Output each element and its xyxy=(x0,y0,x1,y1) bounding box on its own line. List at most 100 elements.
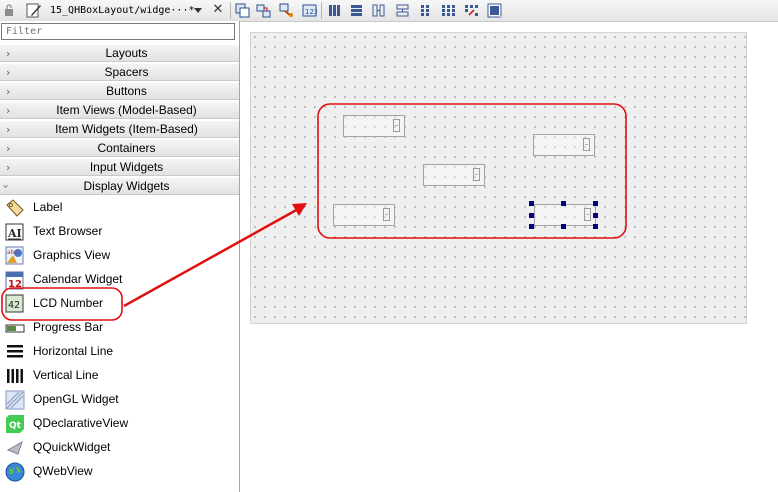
lcd-digit xyxy=(383,208,390,221)
category-label: Item Widgets (Item-Based) xyxy=(55,122,198,136)
lcd-number-icon: 42 xyxy=(5,294,24,313)
resize-handle[interactable] xyxy=(529,224,534,229)
chevron-right-icon: › xyxy=(6,47,11,60)
edit-tab-order-icon[interactable]: 123 xyxy=(302,3,317,18)
widget-item-text: Progress Bar xyxy=(33,320,104,334)
widget-item-text: Text Browser xyxy=(33,224,103,238)
lcd-digit xyxy=(584,208,591,221)
opengl-widget-icon xyxy=(5,390,25,410)
category-label: Item Views (Model-Based) xyxy=(56,103,197,117)
widget-item-text: LCD Number xyxy=(33,296,104,310)
lay-out-horizontally-icon[interactable] xyxy=(327,3,342,18)
filter-input[interactable] xyxy=(1,23,235,40)
category-input-widgets[interactable]: › Input Widgets xyxy=(0,158,239,176)
widget-item-text: QDeclarativeView xyxy=(33,416,129,430)
close-icon[interactable]: ✕ xyxy=(211,3,225,17)
lcd-number-widget[interactable] xyxy=(423,164,485,186)
graphics-view-icon: abc xyxy=(5,246,24,265)
chevron-down-icon: › xyxy=(0,184,13,189)
widget-item-text: Vertical Line xyxy=(33,368,99,382)
category-label: Buttons xyxy=(106,84,147,98)
svg-text:AI: AI xyxy=(7,227,22,240)
vertical-line-icon xyxy=(7,369,23,383)
edit-icon[interactable] xyxy=(26,3,42,18)
label-icon xyxy=(6,199,24,217)
lock-icon xyxy=(5,4,13,16)
widget-item-label[interactable]: Label xyxy=(0,196,238,220)
edit-widgets-icon[interactable] xyxy=(235,3,250,18)
form-canvas[interactable] xyxy=(250,32,747,324)
widget-item-text-browser[interactable]: AI Text Browser xyxy=(0,220,238,244)
resize-handle[interactable] xyxy=(529,213,534,218)
svg-text:abc: abc xyxy=(7,249,18,256)
lcd-number-widget[interactable] xyxy=(333,204,395,226)
category-label: Input Widgets xyxy=(89,160,164,174)
widget-box-panel: › Layouts › Spacers › Buttons › Item Vie… xyxy=(0,21,240,492)
widget-item-text: Label xyxy=(33,200,63,214)
resize-handle[interactable] xyxy=(593,201,598,206)
lcd-number-icon-text: 42 xyxy=(8,300,20,311)
open-form-selector[interactable]: 15_QHBoxLayout/widge···* xyxy=(46,2,206,19)
category-spacers[interactable]: › Spacers xyxy=(0,63,239,81)
qt-logo-icon-text: Qt xyxy=(9,421,22,431)
widget-item-progress-bar[interactable]: Progress Bar xyxy=(0,316,238,340)
chevron-right-icon: › xyxy=(6,85,11,98)
lcd-number-widget[interactable] xyxy=(343,115,405,137)
widget-item-text: Calendar Widget xyxy=(33,272,123,286)
calendar-icon-text: 12 xyxy=(8,279,22,290)
open-form-title: 15_QHBoxLayout/widge···* xyxy=(50,5,195,16)
widget-item-calendar[interactable]: 12 Calendar Widget xyxy=(0,268,238,292)
widget-item-lcd-number[interactable]: 42 LCD Number xyxy=(0,292,238,316)
chevron-right-icon: › xyxy=(6,142,11,155)
category-label: Layouts xyxy=(105,46,148,60)
category-display-widgets[interactable]: › Display Widgets xyxy=(0,177,239,195)
lcd-number-widget[interactable] xyxy=(533,134,595,156)
widget-item-horizontal-line[interactable]: Horizontal Line xyxy=(0,340,238,364)
progress-bar-icon xyxy=(5,324,25,333)
category-label: Containers xyxy=(97,141,156,155)
adjust-size-icon[interactable] xyxy=(487,3,502,18)
resize-handle[interactable] xyxy=(593,213,598,218)
chevron-right-icon: › xyxy=(6,161,11,174)
category-buttons[interactable]: › Buttons xyxy=(0,82,239,100)
lay-out-grid-icon[interactable] xyxy=(441,3,456,18)
widget-item-opengl-widget[interactable]: OpenGL Widget xyxy=(0,388,238,412)
edit-signals-slots-icon[interactable] xyxy=(256,3,271,18)
lay-out-vertical-splitter-icon[interactable] xyxy=(395,3,410,18)
dropdown-icon[interactable] xyxy=(194,8,202,13)
widget-item-qquickwidget[interactable]: QQuickWidget xyxy=(0,436,238,460)
widget-item-qdeclarativeview[interactable]: Qt QDeclarativeView xyxy=(0,412,238,436)
chevron-right-icon: › xyxy=(6,66,11,79)
category-label: Display Widgets xyxy=(83,179,170,193)
calendar-icon: 12 xyxy=(5,271,24,290)
chevron-right-icon: › xyxy=(6,104,11,117)
resize-handle[interactable] xyxy=(561,201,566,206)
lay-out-vertically-icon[interactable] xyxy=(349,3,364,18)
widget-item-text: OpenGL Widget xyxy=(33,392,119,406)
widget-item-graphics-view[interactable]: abc Graphics View xyxy=(0,244,238,268)
break-layout-icon[interactable] xyxy=(464,3,479,18)
widget-item-text: Graphics View xyxy=(33,248,111,262)
qquickwidget-icon xyxy=(6,440,23,455)
lay-out-form-icon[interactable] xyxy=(418,3,433,18)
lcd-digit xyxy=(583,138,590,151)
category-containers[interactable]: › Containers xyxy=(0,139,239,157)
widget-item-text: Horizontal Line xyxy=(33,344,114,358)
lcd-digit xyxy=(393,119,400,132)
resize-handle[interactable] xyxy=(529,201,534,206)
chevron-right-icon: › xyxy=(6,123,11,136)
resize-handle[interactable] xyxy=(593,224,598,229)
designer-toolbar: 15_QHBoxLayout/widge···* ✕ 123 xyxy=(0,0,778,22)
widget-item-text: QWebView xyxy=(33,464,93,478)
category-layouts[interactable]: › Layouts xyxy=(0,44,239,62)
lay-out-horizontal-splitter-icon[interactable] xyxy=(371,3,386,18)
lcd-number-widget-selected[interactable] xyxy=(534,204,596,226)
widget-item-qwebview[interactable]: QWebView xyxy=(0,460,238,484)
edit-buddies-icon[interactable] xyxy=(279,3,294,18)
resize-handle[interactable] xyxy=(561,224,566,229)
widget-item-vertical-line[interactable]: Vertical Line xyxy=(0,364,238,388)
category-item-widgets[interactable]: › Item Widgets (Item-Based) xyxy=(0,120,239,138)
horizontal-line-icon xyxy=(7,345,23,358)
category-item-views[interactable]: › Item Views (Model-Based) xyxy=(0,101,239,119)
text-browser-icon: AI xyxy=(5,223,24,241)
